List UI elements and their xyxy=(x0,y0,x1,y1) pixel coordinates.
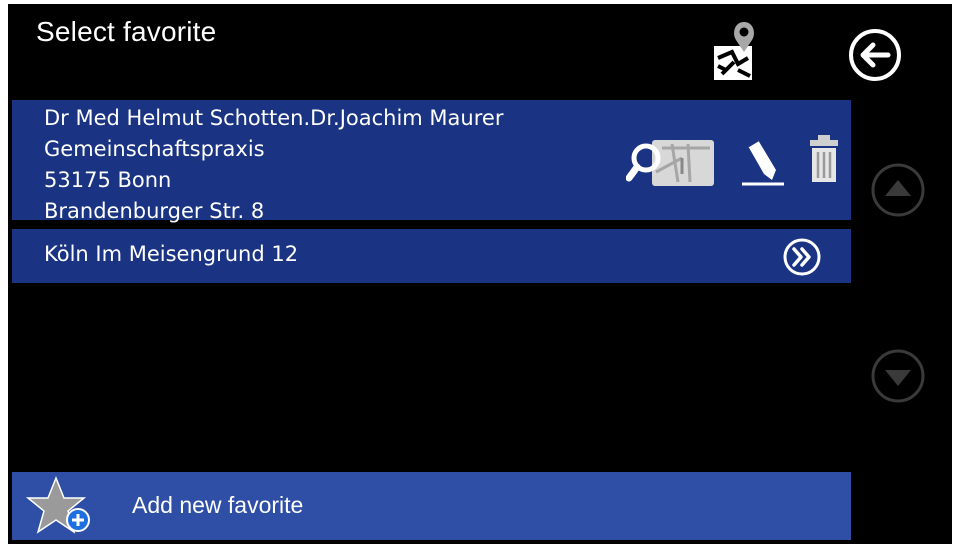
scroll-down-icon xyxy=(871,349,925,403)
back-arrow-icon xyxy=(849,29,901,81)
map-destination-icon xyxy=(714,22,754,80)
favorite-name-line: Gemeinschaftspraxis xyxy=(44,137,265,161)
favorite-street-line: Brandenburger Str. 8 xyxy=(44,199,265,223)
add-new-favorite-label: Add new favorite xyxy=(132,492,304,518)
screen: Select favorite Dr Med Helmut Schotten.D… xyxy=(8,4,952,544)
edit-button[interactable] xyxy=(738,134,788,190)
scroll-up-button[interactable] xyxy=(870,162,926,218)
favorite-item-selected[interactable]: Dr Med Helmut Schotten.Dr.Joachim Maurer… xyxy=(12,100,851,223)
show-on-map-button[interactable] xyxy=(625,134,718,190)
back-button[interactable] xyxy=(846,26,904,84)
trash-icon xyxy=(810,135,838,182)
map-search-icon xyxy=(625,140,714,186)
add-new-favorite-button[interactable]: Add new favorite xyxy=(12,472,851,540)
page-title: Select favorite xyxy=(36,16,217,47)
open-favorite-button[interactable] xyxy=(782,237,822,277)
scroll-down-button[interactable] xyxy=(870,348,926,404)
delete-button[interactable] xyxy=(804,134,844,190)
star-plus-icon xyxy=(22,474,96,538)
favorite-name-line: Dr Med Helmut Schotten.Dr.Joachim Maurer xyxy=(44,106,504,130)
favorite-item[interactable]: Köln Im Meisengrund 12 xyxy=(12,229,851,283)
pencil-icon xyxy=(742,138,784,186)
double-chevron-right-icon xyxy=(783,238,821,276)
map-destination-button[interactable] xyxy=(708,18,764,84)
scroll-up-icon xyxy=(871,163,925,217)
favorite-city-line: 53175 Bonn xyxy=(44,168,172,192)
favorite-item-label: Köln Im Meisengrund 12 xyxy=(44,242,299,266)
